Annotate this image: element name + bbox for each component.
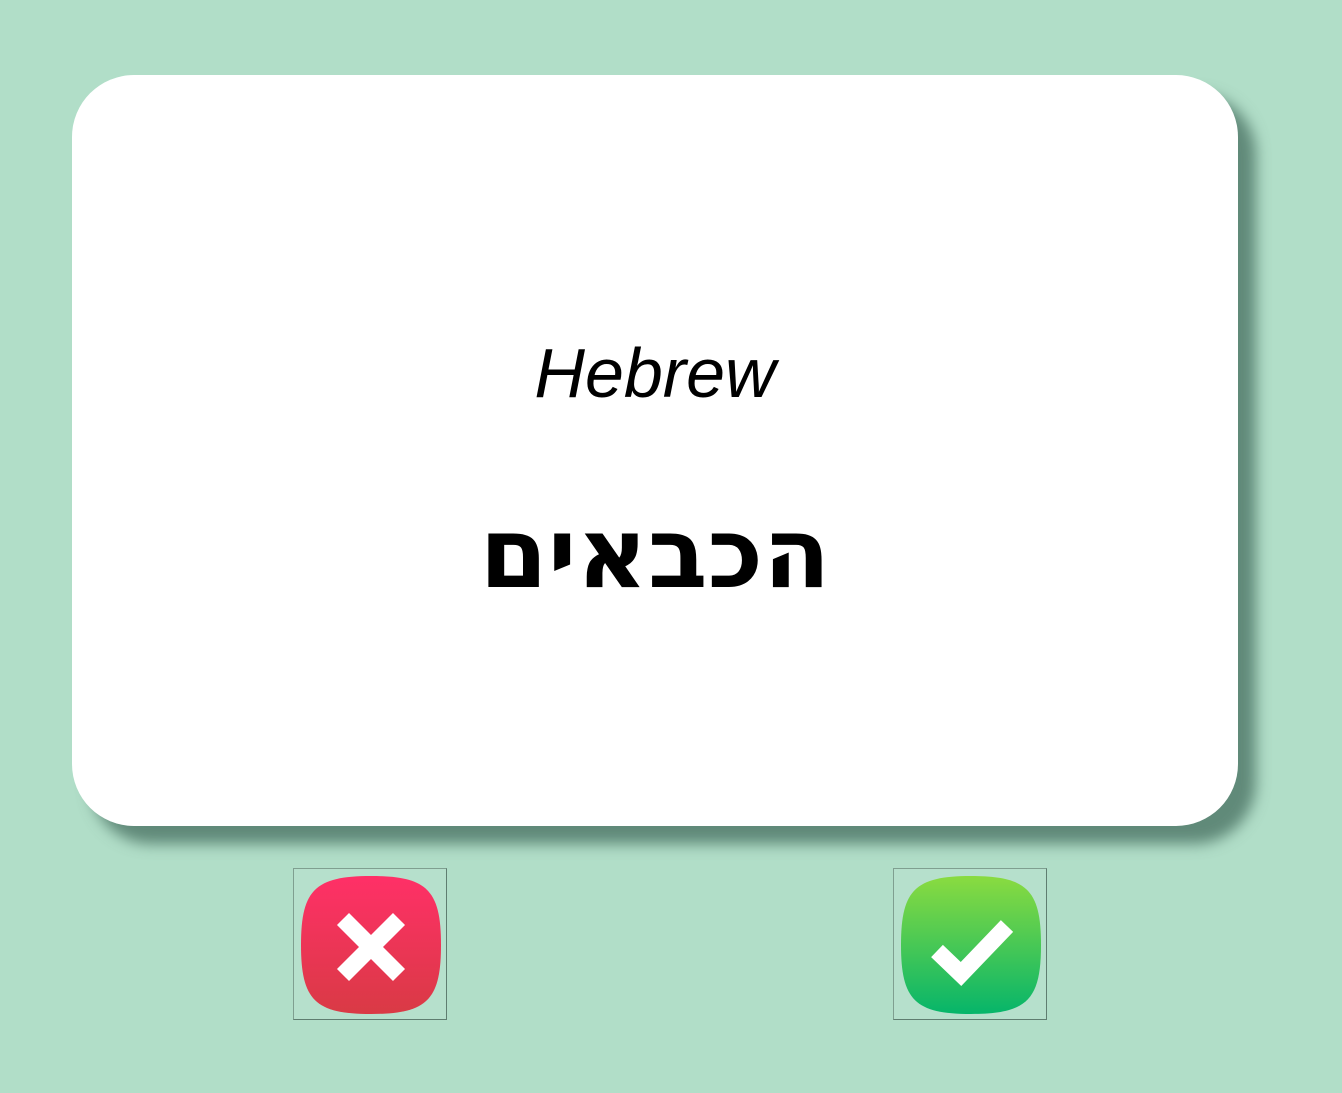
language-label: Hebrew	[534, 334, 776, 412]
wrong-answer-button[interactable]	[293, 868, 447, 1020]
x-mark-icon	[301, 876, 441, 1014]
flashcard-word: הכבאים	[479, 497, 831, 611]
correct-answer-button[interactable]	[893, 868, 1047, 1020]
check-mark-icon	[901, 876, 1041, 1014]
flashcard: Hebrew הכבאים	[72, 75, 1238, 826]
